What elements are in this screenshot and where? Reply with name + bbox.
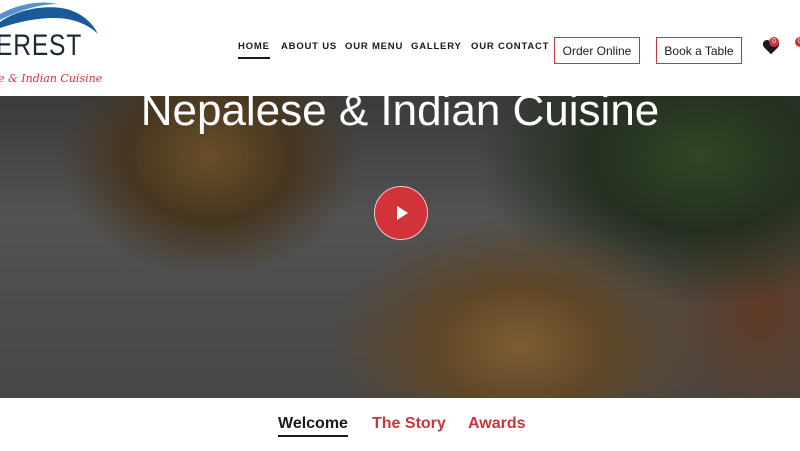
cart-count-badge: 0	[795, 37, 800, 47]
nav-item-about-us[interactable]: ABOUT US	[281, 41, 337, 52]
nav-item-our-contact[interactable]: OUR CONTACT	[471, 41, 549, 52]
content-tabs: Welcome The Story Awards	[0, 415, 800, 445]
nav-item-home[interactable]: HOME	[238, 41, 270, 59]
play-button[interactable]	[374, 186, 428, 240]
logo-name: ERESТ	[0, 29, 83, 62]
tab-the-story[interactable]: The Story	[372, 415, 446, 433]
wishlist-count-badge: 0	[769, 37, 779, 47]
site-header: ERESТ e & Indian Cuisine HOME ABOUT US O…	[0, 0, 800, 96]
tab-welcome[interactable]: Welcome	[278, 415, 348, 437]
book-table-button[interactable]: Book a Table	[656, 37, 742, 64]
nav-item-our-menu[interactable]: OUR MENU	[345, 41, 403, 52]
hero-title: Nepalese & Indian Cuisine	[140, 96, 660, 135]
play-icon	[397, 206, 408, 220]
hero-banner: Nepalese & Indian Cuisine	[0, 96, 800, 398]
logo[interactable]: ERESТ e & Indian Cuisine	[0, 0, 110, 96]
nav-item-gallery[interactable]: GALLERY	[411, 41, 462, 52]
order-online-button[interactable]: Order Online	[554, 37, 640, 64]
logo-tagline: e & Indian Cuisine	[0, 72, 103, 85]
tab-awards[interactable]: Awards	[468, 415, 526, 433]
